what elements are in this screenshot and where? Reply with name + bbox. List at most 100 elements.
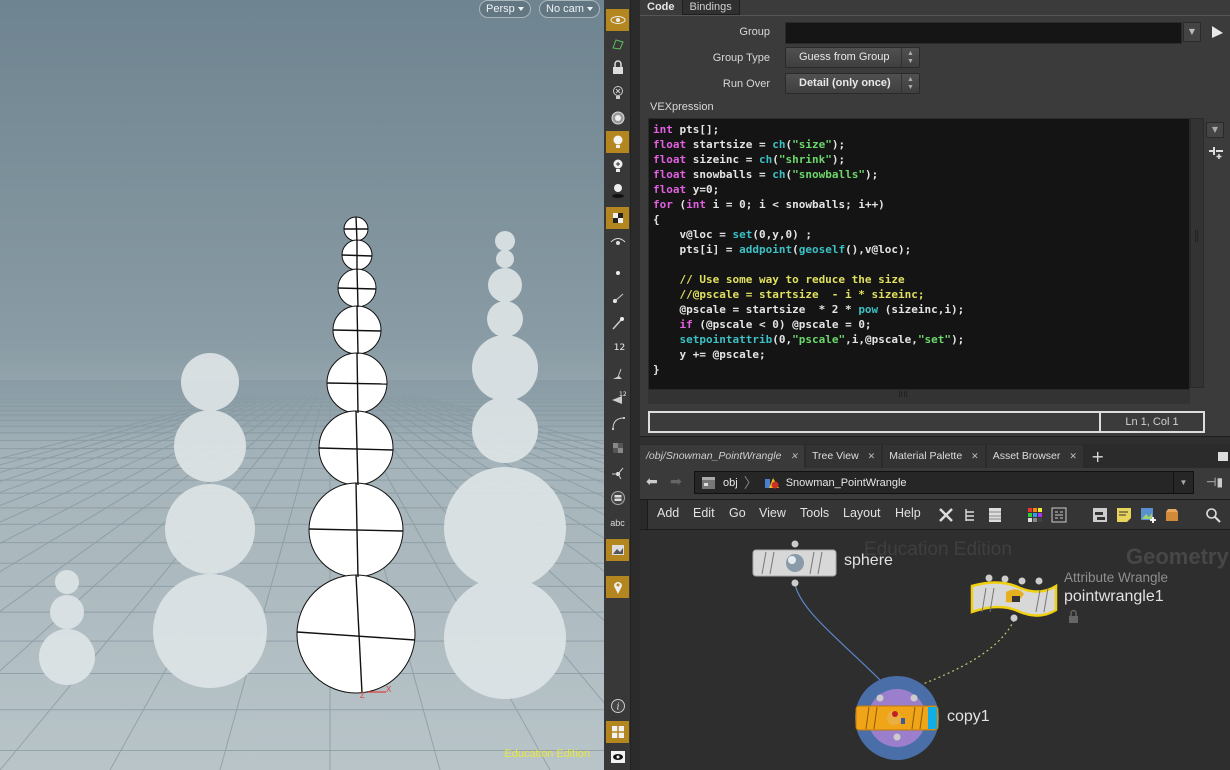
network-box-icon[interactable] xyxy=(1091,506,1109,524)
node-pointwrangle1[interactable] xyxy=(970,574,1058,622)
node-sphere[interactable] xyxy=(752,540,837,587)
view-menu-button[interactable]: Persp xyxy=(479,0,531,18)
text-label-icon[interactable]: abc xyxy=(606,512,629,534)
close-tab-icon[interactable]: ✕ xyxy=(971,445,979,468)
light-add-icon[interactable] xyxy=(606,155,629,177)
light-icon[interactable] xyxy=(606,131,629,153)
add-tab-icon[interactable]: + xyxy=(1085,446,1110,468)
create-spare-parameters-icon[interactable] xyxy=(1208,144,1224,160)
point-number-icon[interactable]: 12 xyxy=(606,337,629,359)
code-horizontal-scrollbar[interactable]: ⠿⠿ xyxy=(648,390,1190,404)
lock-icon[interactable] xyxy=(1069,609,1078,624)
code-line[interactable]: float sizeinc = ch("shrink"); xyxy=(653,152,1185,167)
node-label-sphere[interactable]: sphere xyxy=(844,552,893,570)
headlight-icon[interactable] xyxy=(606,107,629,129)
shaded-cube-icon[interactable] xyxy=(606,207,629,229)
forward-arrow-icon[interactable]: ➡ xyxy=(670,474,682,490)
pin-icon[interactable] xyxy=(606,576,629,598)
pin-pane-icon[interactable]: ⊣▮ xyxy=(1206,475,1223,489)
code-line[interactable]: // Use some way to reduce the size xyxy=(653,272,1185,287)
network-path[interactable]: obj 〉 Snowman_PointWrangle ▼ xyxy=(694,471,1194,494)
vex-code-editor[interactable]: int pts[]; float startsize = ch("size"); f… xyxy=(648,118,1190,390)
path-segment-geometry[interactable]: Snowman_PointWrangle xyxy=(758,476,913,490)
close-tab-icon[interactable]: ✕ xyxy=(790,445,798,468)
group-input[interactable] xyxy=(785,22,1182,44)
toolbar-collapse-handle[interactable] xyxy=(640,500,648,529)
sticky-note-icon[interactable] xyxy=(1115,506,1133,524)
code-line[interactable]: @pscale = startsize * 2 * pow (sizeinc,i… xyxy=(653,302,1185,317)
wrench-tools-icon[interactable] xyxy=(937,506,955,524)
light-shadow-icon[interactable] xyxy=(606,180,629,202)
back-arrow-icon[interactable]: ⬅ xyxy=(646,474,658,490)
close-tab-icon[interactable]: ✕ xyxy=(1069,445,1077,468)
ghost-light-icon[interactable] xyxy=(606,82,629,104)
code-snippet-dropdown[interactable]: ▼ xyxy=(1206,122,1224,138)
tab-asset-browser[interactable]: Asset Browser ✕ xyxy=(986,445,1083,468)
list-view-icon[interactable] xyxy=(986,506,1004,524)
background-image-add-icon[interactable] xyxy=(1139,506,1157,524)
code-line[interactable]: //@pscale = startsize - i * sizeinc; xyxy=(653,287,1185,302)
pane-divider[interactable] xyxy=(631,0,640,770)
code-line[interactable]: if (@pscale < 0) @pscale = 0; xyxy=(653,317,1185,332)
hull-icon[interactable] xyxy=(606,412,629,434)
vertex-normal-icon[interactable] xyxy=(606,312,629,334)
code-line[interactable]: y += @pscale; xyxy=(653,347,1185,362)
menu-add[interactable]: Add xyxy=(657,506,679,520)
vector-icon[interactable] xyxy=(606,462,629,484)
path-segment-obj[interactable]: obj xyxy=(695,476,744,490)
run-over-select[interactable]: Detail (only once) ▲ ▼ xyxy=(785,73,920,94)
lock-camera-icon[interactable] xyxy=(606,57,629,79)
info-icon[interactable]: i xyxy=(606,695,629,717)
code-line[interactable]: setpointattrib(0,"pscale",i,@pscale,"set… xyxy=(653,332,1185,347)
menu-edit[interactable]: Edit xyxy=(693,506,715,520)
code-line[interactable]: float startsize = ch("size"); xyxy=(653,137,1185,152)
code-line[interactable]: { xyxy=(653,212,1185,227)
path-dropdown-icon[interactable]: ▼ xyxy=(1173,472,1193,493)
network-editor[interactable]: Education Edition Geometry sphere Attrib… xyxy=(640,530,1230,770)
menu-view[interactable]: View xyxy=(759,506,786,520)
group-type-select[interactable]: Guess from Group ▲ ▼ xyxy=(785,47,920,68)
primitive-number-icon[interactable]: 12 xyxy=(606,387,629,409)
code-line[interactable]: float y=0; xyxy=(653,182,1185,197)
menu-go[interactable]: Go xyxy=(729,506,746,520)
point-normal-icon[interactable] xyxy=(606,287,629,309)
digital-asset-icon[interactable] xyxy=(1163,506,1181,524)
color-palette-icon[interactable] xyxy=(1026,506,1044,524)
select-cursor-icon[interactable] xyxy=(1209,24,1225,40)
shape-palette-icon[interactable] xyxy=(1050,506,1068,524)
tab-code[interactable]: Code xyxy=(640,0,682,15)
wire-wrangle-to-copy[interactable] xyxy=(914,619,1015,688)
snapping-icon[interactable] xyxy=(606,33,629,55)
maximize-pane-icon[interactable] xyxy=(1218,452,1228,461)
eye-icon[interactable] xyxy=(606,746,629,768)
group-dropdown-button[interactable]: ▼ xyxy=(1183,22,1201,42)
wire-sphere-to-copy[interactable] xyxy=(794,583,881,681)
node-label-pointwrangle1[interactable]: pointwrangle1 xyxy=(1064,588,1164,606)
code-line[interactable]: int pts[]; xyxy=(653,122,1185,137)
node-label-copy1[interactable]: copy1 xyxy=(947,708,990,726)
close-tab-icon[interactable]: ✕ xyxy=(868,445,876,468)
uv-icon[interactable] xyxy=(606,437,629,459)
menu-layout[interactable]: Layout xyxy=(843,506,881,520)
viewport-layout-icon[interactable] xyxy=(606,721,629,743)
camera-menu-button[interactable]: No cam xyxy=(539,0,600,18)
code-line[interactable]: } xyxy=(653,362,1185,377)
code-vertical-scrollbar[interactable]: ⠿ ⠿ xyxy=(1190,118,1204,388)
search-icon[interactable] xyxy=(1204,506,1222,524)
pane-splitter[interactable] xyxy=(640,436,1230,444)
display-options-icon[interactable] xyxy=(606,9,629,31)
tab-bindings[interactable]: Bindings xyxy=(681,0,740,15)
code-line[interactable] xyxy=(653,257,1185,272)
code-line[interactable]: for (int i = 0; i < snowballs; i++) xyxy=(653,197,1185,212)
tab-network-view[interactable]: /obj/Snowman_PointWrangle ✕ xyxy=(640,445,804,468)
point-display-icon[interactable] xyxy=(606,262,629,284)
background-image-icon[interactable] xyxy=(606,539,629,561)
code-line[interactable]: v@loc = set(0,y,0) ; xyxy=(653,227,1185,242)
tree-layout-icon[interactable] xyxy=(961,506,979,524)
backface-icon[interactable] xyxy=(606,487,629,509)
code-line[interactable]: pts[i] = addpoint(geoself(),v@loc); xyxy=(653,242,1185,257)
menu-help[interactable]: Help xyxy=(895,506,921,520)
node-copy1[interactable] xyxy=(855,676,939,760)
code-line[interactable]: float snowballs = ch("snowballs"); xyxy=(653,167,1185,182)
visibility-icon[interactable] xyxy=(606,231,629,253)
